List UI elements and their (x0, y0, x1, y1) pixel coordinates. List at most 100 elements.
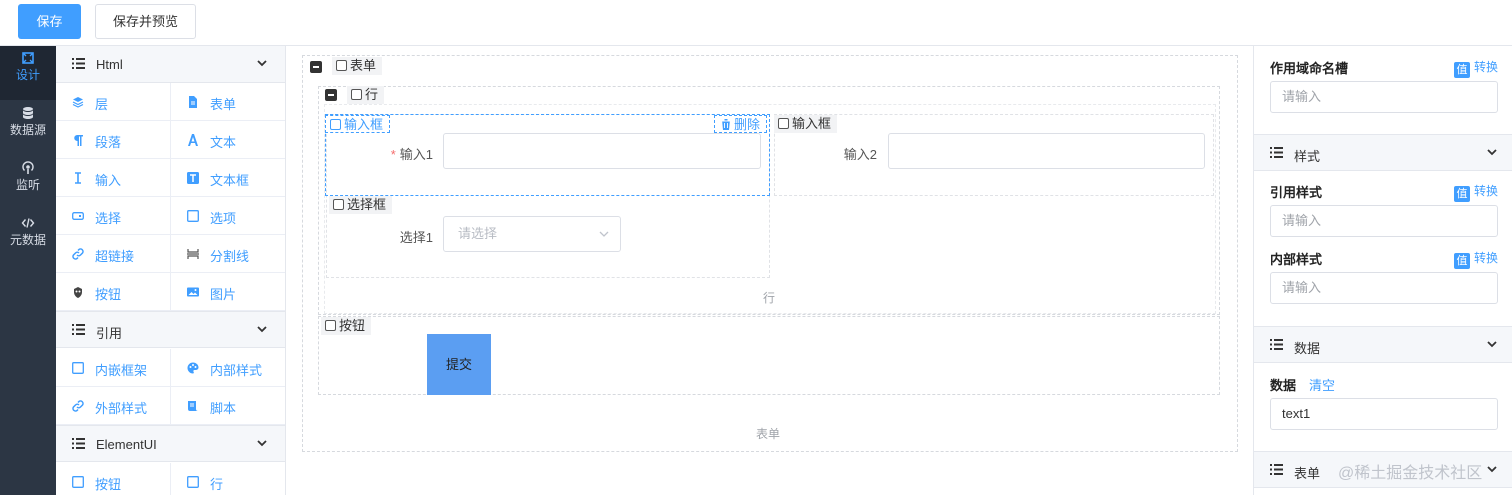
form-caption: 表单 (756, 427, 781, 441)
palette-item-label: 按钮 (95, 287, 122, 302)
section-title: 样式 (1294, 149, 1321, 164)
palette-item-text[interactable]: 文本 (171, 121, 285, 159)
code-icon (21, 218, 35, 228)
collapse-form-icon[interactable] (310, 61, 322, 73)
data-input[interactable]: text1 (1270, 398, 1498, 430)
list-icon (72, 438, 85, 449)
nav-label: 元数据 (9, 233, 46, 247)
palette-item-label: 分割线 (210, 249, 250, 264)
submit-button[interactable]: 提交 (427, 334, 491, 395)
image-icon (187, 287, 199, 297)
ref-style-input[interactable]: 请输入 (1270, 205, 1498, 237)
palette-item-textarea[interactable]: 文本框 (171, 159, 285, 197)
component-palette: Html 层 表单 段落 文本 输入 文本框 选择 选项 超链接 分割线 按钮 … (56, 46, 286, 495)
palette-item-iframe[interactable]: 内嵌框架 (56, 349, 171, 387)
palette-item-hyperlink[interactable]: 超链接 (56, 235, 171, 273)
left-nav: 设计 数据源 监听 元数据 (0, 46, 56, 495)
link-icon (72, 248, 84, 260)
section-title: 表单 (1294, 466, 1321, 481)
iframe-icon (72, 362, 84, 374)
palette-group-title: 引用 (96, 326, 123, 341)
palette-item-layer[interactable]: 层 (56, 83, 171, 121)
palette-item-divider[interactable]: 分割线 (171, 235, 285, 273)
data-section-header[interactable]: 数据 (1254, 326, 1512, 363)
palette-item-label: 输入 (95, 173, 122, 188)
button-icon (74, 287, 82, 298)
form-tag[interactable]: 表单 (332, 57, 383, 75)
palette-item-el-row[interactable]: 行 (171, 463, 285, 495)
checkbox-icon (187, 210, 199, 222)
row-tag-label: 行 (365, 87, 379, 102)
inner-style-convert-button[interactable]: 值转换 (1453, 249, 1498, 269)
palette-group-reference[interactable]: 引用 (56, 311, 285, 348)
palette-item-option[interactable]: 选项 (171, 197, 285, 235)
palette-item-el-button[interactable]: 按钮 (56, 463, 171, 495)
chevron-down-icon (1487, 341, 1497, 348)
palette-item-label: 段落 (95, 135, 122, 150)
inner-style-input[interactable]: 请输入 (1270, 272, 1498, 304)
input-box-2-tag[interactable]: 输入框 (774, 115, 838, 133)
palette-item-paragraph[interactable]: 段落 (56, 121, 171, 159)
nav-label: 监听 (15, 178, 40, 192)
palette-group-html[interactable]: Html (56, 46, 285, 83)
save-button[interactable]: 保存 (18, 4, 81, 39)
palette-item-external-style[interactable]: 外部样式 (56, 387, 171, 425)
palette-item-form[interactable]: 表单 (171, 83, 285, 121)
design-canvas[interactable]: 表单 行 输入框 删除 * 输入1 输入框 输入2 选择框 选择1 请选择 行 按… (286, 46, 1253, 495)
text-icon (188, 134, 198, 146)
nav-item-metadata[interactable]: 元数据 (0, 211, 56, 265)
input-box-1-tag[interactable]: 输入框 (325, 115, 391, 133)
scope-slot-input[interactable]: 请输入 (1270, 81, 1498, 113)
nav-item-datasource[interactable]: 数据源 (0, 101, 56, 155)
palette-item-button[interactable]: 按钮 (56, 273, 171, 311)
palette-item-label: 表单 (210, 97, 237, 112)
convert-label: 转换 (1473, 60, 1498, 74)
text-cursor-icon (75, 172, 81, 184)
nav-item-listen[interactable]: 监听 (0, 156, 56, 210)
section-title: 数据 (1294, 341, 1321, 356)
palette-item-script[interactable]: 脚本 (171, 387, 285, 425)
checkbox-icon (187, 476, 199, 488)
palette-group-elementui[interactable]: ElementUI (56, 425, 285, 462)
ref-style-title: 引用样式 (1270, 185, 1323, 200)
palette-item-label: 行 (210, 477, 224, 492)
input1-label: * 输入1 (356, 144, 433, 163)
list-icon (1270, 464, 1283, 475)
select-box-tag[interactable]: 选择框 (329, 196, 393, 214)
select1-field[interactable]: 请选择 (443, 216, 621, 252)
collapse-row-icon[interactable] (325, 89, 337, 101)
save-and-preview-button[interactable]: 保存并预览 (95, 4, 196, 39)
list-icon (1270, 147, 1283, 158)
palette-item-inner-style[interactable]: 内部样式 (171, 349, 285, 387)
style-section-header[interactable]: 样式 (1254, 134, 1512, 171)
button-tag[interactable]: 按钮 (321, 317, 372, 335)
row-tag[interactable]: 行 (347, 86, 385, 104)
nav-item-design[interactable]: 设计 (0, 46, 56, 100)
palette-item-image[interactable]: 图片 (171, 273, 285, 311)
list-icon (72, 324, 85, 335)
palette-item-select[interactable]: 选择 (56, 197, 171, 235)
scope-slot-convert-button[interactable]: 值转换 (1453, 58, 1498, 78)
chevron-down-icon (257, 60, 267, 67)
palette-item-label: 选择 (95, 211, 122, 226)
list-icon (72, 58, 85, 69)
delete-label: 删除 (734, 117, 761, 132)
chevron-down-icon (1487, 466, 1497, 473)
convert-label: 转换 (1473, 251, 1498, 265)
input2-field[interactable] (888, 133, 1205, 169)
chevron-down-icon (257, 440, 267, 447)
required-mark: * (390, 147, 396, 162)
document-icon (189, 96, 197, 108)
value-badge: 值 (1453, 253, 1470, 269)
ref-style-convert-button[interactable]: 值转换 (1453, 182, 1498, 202)
divider-icon (187, 249, 199, 259)
delete-button[interactable]: 删除 (714, 115, 768, 133)
list-icon (1270, 339, 1283, 350)
palette-item-input[interactable]: 输入 (56, 159, 171, 197)
select-box-tag-label: 选择框 (347, 197, 387, 212)
clear-data-link[interactable]: 清空 (1309, 375, 1335, 394)
design-icon (22, 52, 34, 64)
paragraph-icon (74, 135, 83, 146)
page-root: 保存 保存并预览 设计 数据源 监听 元数据 Html 层 表单 段落 文本 输… (0, 0, 1512, 495)
input1-field[interactable] (443, 133, 761, 169)
